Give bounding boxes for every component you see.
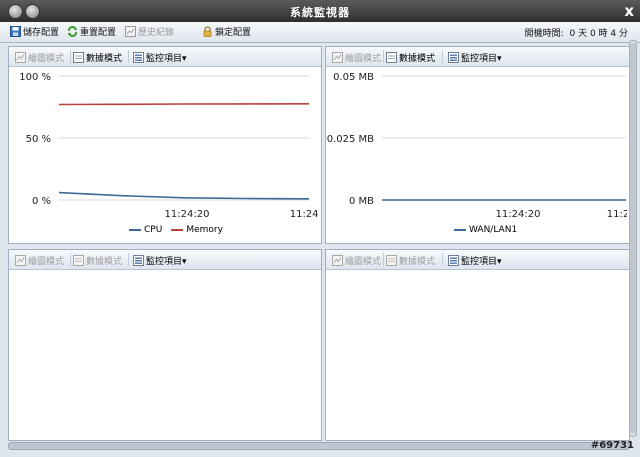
uptime-value: 0 天 0 時 4 分 [569, 29, 628, 39]
toolbar-separator [442, 50, 443, 63]
chart-mode-icon [15, 52, 26, 63]
x-tick-label: 11:24:20 [165, 209, 210, 220]
toolbar-separator [128, 50, 129, 63]
monitor-items-label: 監控項目▾ [461, 257, 502, 267]
data-table-icon [73, 255, 84, 266]
reset-layout-button[interactable]: 重置配置 [67, 25, 116, 38]
panel-toolbar: 繪圖模式 數據模式 監控項目▾ [9, 250, 321, 270]
data-mode-button[interactable]: 數據模式 [73, 51, 122, 64]
title-bar: 系統監視器 x [0, 0, 640, 22]
data-table-icon [73, 52, 84, 63]
data-mode-label: 數據模式 [399, 54, 436, 64]
panel-toolbar: 繪圖模式 數據模式 監控項目▾ [326, 47, 629, 67]
lock-layout-button[interactable]: 鎖定配置 [202, 25, 251, 38]
reset-layout-label: 重置配置 [80, 28, 117, 38]
y-tick-label: 50 % [26, 134, 51, 145]
network-panel: 繪圖模式 數據模式 監控項目▾ 0.05 MB 0.025 MB 0 MB 11:24… [325, 46, 630, 244]
history-chart-icon [125, 26, 136, 37]
toolbar-separator [383, 253, 384, 266]
y-tick-label: 0 % [32, 196, 51, 207]
history-label: 歷史紀錄 [138, 28, 175, 38]
empty-panel-right: 繪圖模式 數據模式 監控項目▾ [325, 249, 630, 441]
vertical-scroll-thumb[interactable] [630, 43, 636, 433]
chart-mode-icon [332, 52, 343, 63]
save-layout-button[interactable]: 儲存配置 [10, 25, 59, 38]
chart-mode-label: 繪圖模式 [345, 54, 382, 64]
system-monitor-window: 系統監視器 x 儲存配置 重置配置 歷史紀錄 鎖定配置 開機時間: 0 天 0 … [0, 0, 640, 457]
chart-mode-label: 繪圖模式 [345, 257, 382, 267]
data-mode-button[interactable]: 數據模式 [386, 254, 435, 267]
cpu-legend-label: CPU [144, 225, 163, 235]
history-button[interactable]: 歷史紀錄 [125, 25, 174, 38]
monitor-items-dropdown[interactable]: 監控項目▾ [133, 51, 187, 64]
monitor-items-label: 監控項目▾ [461, 54, 502, 64]
panel-toolbar: 繪圖模式 數據模式 監控項目▾ [326, 250, 629, 270]
chart-mode-button[interactable]: 繪圖模式 [15, 51, 64, 64]
list-icon [133, 255, 144, 266]
floppy-disk-icon [10, 26, 21, 37]
close-button[interactable]: x [624, 2, 634, 20]
wan-legend-label: WAN/LAN1 [469, 225, 518, 235]
memory-series-line [58, 103, 310, 106]
cpu-memory-panel: 繪圖模式 數據模式 監控項目▾ 100 % 50 % 0 % 11:24:20 11:2… [8, 46, 322, 244]
cpu-legend-swatch [129, 229, 141, 231]
chart-legend: WAN/LAN1 [454, 225, 517, 235]
data-mode-button[interactable]: 數據模式 [73, 254, 122, 267]
data-mode-button[interactable]: 數據模式 [386, 51, 435, 64]
toolbar-separator [128, 253, 129, 266]
list-icon [133, 52, 144, 63]
vertical-scrollbar[interactable] [629, 40, 637, 437]
x-tick-label: 11:24:3 [607, 209, 627, 220]
chart-mode-button[interactable]: 繪圖模式 [332, 51, 381, 64]
horizontal-scrollbar[interactable] [8, 442, 630, 450]
watermark: #69731 [590, 440, 634, 451]
monitor-items-dropdown[interactable]: 監控項目▾ [448, 254, 502, 267]
toolbar-separator [70, 253, 71, 266]
data-mode-label: 數據模式 [86, 54, 123, 64]
y-tick-label: 0 MB [349, 196, 374, 207]
wan-legend-swatch [454, 229, 466, 231]
monitor-items-label: 監控項目▾ [146, 54, 187, 64]
y-tick-label: 100 % [19, 72, 51, 83]
memory-legend-label: Memory [186, 225, 223, 235]
main-toolbar: 儲存配置 重置配置 歷史紀錄 鎖定配置 開機時間: 0 天 0 時 4 分 [0, 22, 640, 43]
x-tick-label: 11:24:20 [496, 209, 541, 220]
x-tick-label: 11:24:3 [290, 209, 319, 220]
chart-mode-label: 繪圖模式 [28, 257, 65, 267]
data-mode-label: 數據模式 [399, 257, 436, 267]
uptime-label: 開機時間: [524, 29, 564, 39]
uptime-display: 開機時間: 0 天 0 時 4 分 [522, 26, 628, 39]
list-icon [448, 52, 459, 63]
monitor-items-label: 監控項目▾ [146, 257, 187, 267]
chart-legend: CPU Memory [129, 225, 223, 235]
toolbar-separator [70, 50, 71, 63]
chart-mode-button[interactable]: 繪圖模式 [332, 254, 381, 267]
data-table-icon [386, 52, 397, 63]
chart-mode-button[interactable]: 繪圖模式 [15, 254, 64, 267]
empty-panel-left: 繪圖模式 數據模式 監控項目▾ [8, 249, 322, 441]
chart-mode-label: 繪圖模式 [28, 54, 65, 64]
y-tick-label: 0.05 MB [333, 72, 374, 83]
memory-legend-swatch [171, 229, 184, 231]
toolbar-separator [383, 50, 384, 63]
window-title: 系統監視器 [290, 6, 350, 19]
monitor-items-dropdown[interactable]: 監控項目▾ [448, 51, 502, 64]
toolbar-separator [442, 253, 443, 266]
panel-toolbar: 繪圖模式 數據模式 監控項目▾ [9, 47, 321, 67]
lock-layout-label: 鎖定配置 [215, 28, 252, 38]
refresh-icon [68, 26, 77, 37]
y-tick-label: 0.025 MB [327, 134, 374, 145]
save-layout-label: 儲存配置 [23, 28, 60, 38]
lock-icon [203, 26, 212, 37]
network-chart: 0.05 MB 0.025 MB 0 MB 11:24:20 11:24:3 [327, 72, 627, 220]
chart-mode-icon [15, 255, 26, 266]
chart-mode-icon [332, 255, 343, 266]
cpu-series-line [58, 191, 310, 200]
monitor-items-dropdown[interactable]: 監控項目▾ [133, 254, 187, 267]
data-mode-label: 數據模式 [86, 257, 123, 267]
cpu-memory-chart: 100 % 50 % 0 % 11:24:20 11:24:3 [19, 72, 319, 220]
data-table-icon [386, 255, 397, 266]
list-icon [448, 255, 459, 266]
